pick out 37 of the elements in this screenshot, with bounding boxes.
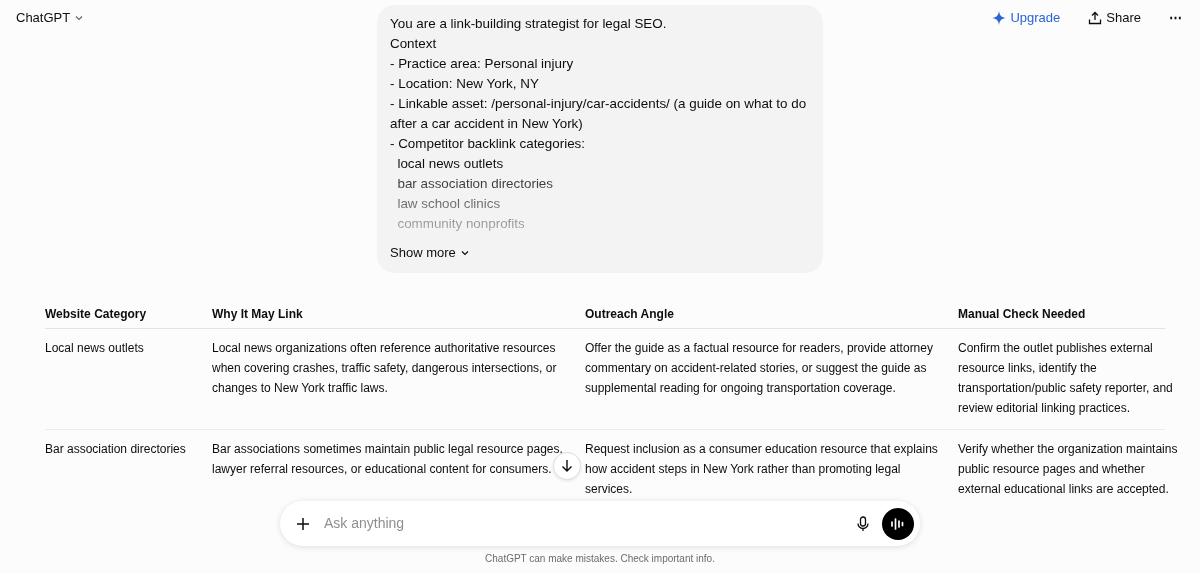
arrow-down-icon: [560, 459, 574, 473]
show-more-button[interactable]: Show more: [390, 243, 470, 263]
prompt-line: - Practice area: Personal injury: [390, 55, 574, 73]
prompt-line: Context: [390, 35, 437, 53]
prompt-line: - Linkable asset: /personal-injury/car-accidents/ (a guide on what to do after a car accident in New York): [390, 95, 808, 133]
chevron-down-icon: [74, 13, 85, 23]
table-cell: Bar associations sometimes maintain public legal resource pages, lawyer referral resources, or educational content for consumers.: [212, 441, 563, 476]
prompt-line: bar association directories: [396, 175, 553, 193]
prompt-line: law school clinics: [396, 195, 501, 213]
prompt-line: - Location: New York, NY: [390, 75, 539, 93]
column-header: Manual Check Needed: [958, 306, 1086, 321]
table-cell: Offer the guide as a factual resource for readers, provide attorney commentary on accident-related stories, or suggest the guide as supplemental reading for ongoing transportation coverage.: [585, 340, 933, 395]
column-header: Website Category: [45, 306, 147, 321]
table-cell: Confirm the outlet publishes external resource links, identify the transportation/public safety reporter, and review editorial linking practices.: [958, 340, 1173, 415]
sparkle-icon: [992, 11, 1007, 25]
prompt-line: local news outlets: [396, 155, 504, 173]
table-cell: Verify whether the organization maintains public resource pages and whether external educational links are accepted.: [958, 441, 1178, 496]
prompt-line: You are a link-building strategist for legal SEO.: [390, 15, 667, 33]
plus-icon: [296, 517, 310, 532]
message-input[interactable]: Ask anything: [322, 512, 844, 535]
microphone-icon: [856, 516, 870, 533]
share-icon: [1088, 11, 1103, 25]
sound-wave-icon: [890, 516, 906, 531]
more-options-button[interactable]: ⋯: [1163, 6, 1188, 30]
upgrade-button[interactable]: Upgrade: [986, 6, 1067, 30]
prompt-line: community nonprofits: [396, 215, 525, 233]
voice-mode-button[interactable]: [882, 507, 914, 540]
column-header: Outreach Angle: [585, 306, 674, 321]
table-cell: Bar association directories: [45, 441, 186, 456]
prompt-line: - Competitor backlink categories:: [390, 135, 585, 153]
model-selector[interactable]: ChatGPT: [10, 6, 91, 30]
column-header: Why It May Link: [212, 306, 303, 321]
table-cell: Request inclusion as a consumer education resource that explains how accident steps in New York rather than promoting legal services.: [585, 441, 938, 496]
table-cell: Local news organizations often reference authoritative resources when covering crashes, traffic safety, dangerous intersections, or changes to New York traffic laws.: [212, 340, 557, 395]
table-cell: Local news outlets: [45, 340, 144, 355]
share-button[interactable]: Share: [1082, 6, 1147, 30]
disclaimer-text: ChatGPT can make mistakes. Check important info.: [485, 552, 715, 566]
